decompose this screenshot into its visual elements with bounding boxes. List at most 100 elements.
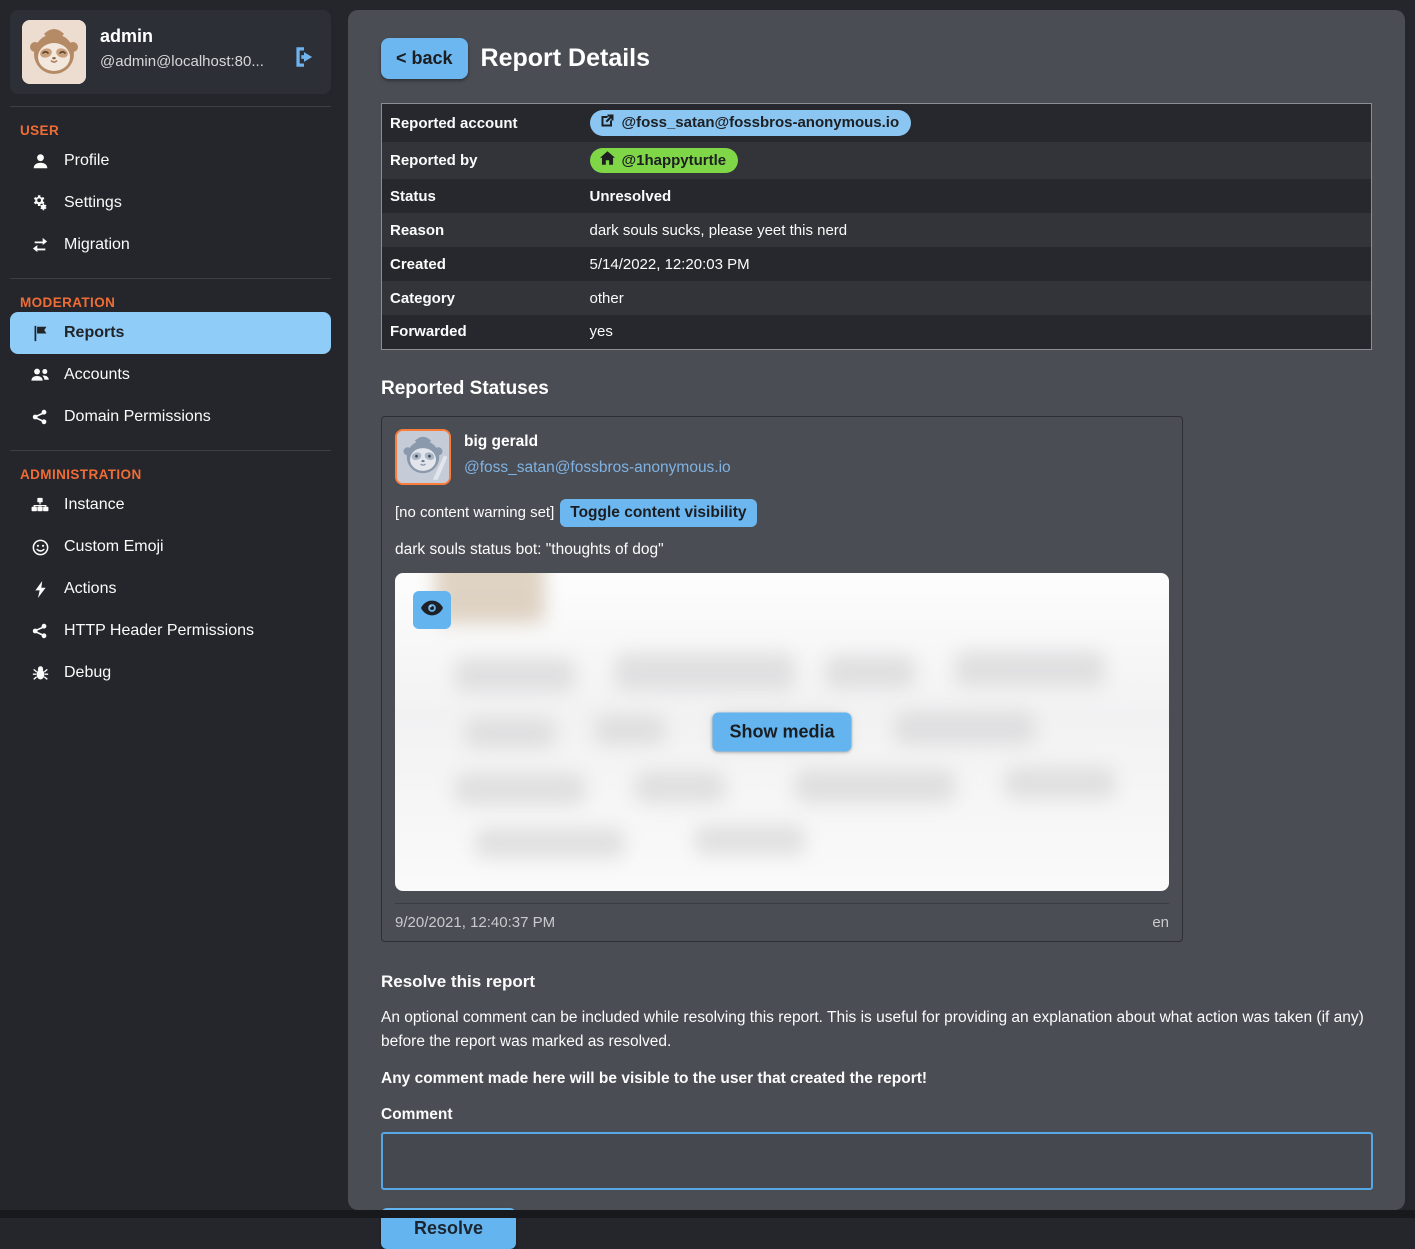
row-label: Reason xyxy=(382,213,582,247)
home-icon xyxy=(600,151,615,169)
sidebar-item-http-header-permissions[interactable]: HTTP Header Permissions xyxy=(10,610,331,652)
users-icon xyxy=(30,367,50,383)
reported-by-handle: @1happyturtle xyxy=(622,152,727,169)
sidebar-item-label: Profile xyxy=(64,152,109,170)
reported-by-link[interactable]: @1happyturtle xyxy=(590,148,739,173)
comment-input[interactable] xyxy=(381,1132,1373,1190)
transfer-arrows-icon xyxy=(30,237,50,253)
share-nodes-icon xyxy=(30,409,50,425)
sidebar-item-label: Migration xyxy=(64,236,130,254)
sidebar-item-label: Settings xyxy=(64,194,122,212)
sidebar-section-title: MODERATION xyxy=(10,287,331,312)
user-name: admin xyxy=(100,26,264,47)
table-row: Forwarded yes xyxy=(382,315,1372,349)
back-button[interactable]: < back xyxy=(381,38,468,79)
sidebar-item-label: Instance xyxy=(64,496,124,514)
show-media-button[interactable]: Show media xyxy=(712,712,851,751)
panel-header: < back Report Details xyxy=(381,38,1372,79)
reported-status-card: big gerald @foss_satan@fossbros-anonymou… xyxy=(381,416,1183,942)
gears-icon xyxy=(30,194,50,212)
category-value: other xyxy=(582,281,1372,315)
table-row: Status Unresolved xyxy=(382,179,1372,213)
status-names: big gerald @foss_satan@fossbros-anonymou… xyxy=(464,429,731,477)
sidebar-item-debug[interactable]: Debug xyxy=(10,652,331,694)
sidebar-item-label: Custom Emoji xyxy=(64,538,164,556)
sitemap-icon xyxy=(30,497,50,513)
divider xyxy=(10,106,331,107)
content-warning-row: [no content warning set] Toggle content … xyxy=(395,499,1169,527)
resolve-description: An optional comment can be included whil… xyxy=(381,1006,1372,1054)
sidebar-item-migration[interactable]: Migration xyxy=(10,224,331,266)
sidebar-section-title: USER xyxy=(10,115,331,140)
avatar xyxy=(22,20,86,84)
toggle-content-visibility-button[interactable]: Toggle content visibility xyxy=(560,499,756,527)
sloth-avatar-icon xyxy=(22,20,86,84)
sidebar-item-custom-emoji[interactable]: Custom Emoji xyxy=(10,526,331,568)
sidebar-item-label: Accounts xyxy=(64,366,130,384)
resolve-heading: Resolve this report xyxy=(381,972,1372,992)
sidebar-item-profile[interactable]: Profile xyxy=(10,140,331,182)
status-media-attachment: Show media xyxy=(395,573,1169,891)
sidebar-item-accounts[interactable]: Accounts xyxy=(10,354,331,396)
sidebar: admin @admin@localhost:80... USER Profil… xyxy=(10,10,331,694)
row-label: Reported by xyxy=(382,142,582,179)
smiley-icon xyxy=(30,539,50,556)
user-meta: admin @admin@localhost:80... xyxy=(100,20,264,70)
flag-icon xyxy=(30,325,50,342)
reported-account-handle: @foss_satan@fossbros-anonymous.io xyxy=(622,114,900,131)
page-title: Report Details xyxy=(481,44,650,73)
status-username-link[interactable]: @foss_satan@fossbros-anonymous.io xyxy=(464,459,731,477)
row-label: Category xyxy=(382,281,582,315)
status-header: big gerald @foss_satan@fossbros-anonymou… xyxy=(395,429,1169,485)
content-warning-text: [no content warning set] xyxy=(395,504,554,521)
sloth-avatar-icon xyxy=(397,431,449,483)
row-label: Status xyxy=(382,179,582,213)
status-content: dark souls status bot: "thoughts of dog" xyxy=(395,541,1169,559)
status-display-name: big gerald xyxy=(464,433,731,451)
row-label: Forwarded xyxy=(382,315,582,349)
table-row: Reported by @1happyturtle xyxy=(382,142,1372,179)
reason-value: dark souls sucks, please yeet this nerd xyxy=(582,213,1372,247)
bug-icon xyxy=(30,665,50,682)
sidebar-item-label: Debug xyxy=(64,664,111,682)
resolve-warning: Any comment made here will be visible to… xyxy=(381,1070,1372,1088)
created-value: 5/14/2022, 12:20:03 PM xyxy=(582,247,1372,281)
sidebar-item-reports[interactable]: Reports xyxy=(10,312,331,354)
table-row: Reported account @foss_satan@fossbros-an… xyxy=(382,104,1372,143)
sidebar-item-label: HTTP Header Permissions xyxy=(64,622,254,640)
divider xyxy=(10,278,331,279)
status-timestamp: 9/20/2021, 12:40:37 PM xyxy=(395,914,555,931)
comment-label: Comment xyxy=(381,1106,1372,1124)
sidebar-item-instance[interactable]: Instance xyxy=(10,484,331,526)
row-label: Created xyxy=(382,247,582,281)
user-card[interactable]: admin @admin@localhost:80... xyxy=(10,10,331,94)
user-handle: @admin@localhost:80... xyxy=(100,53,264,70)
row-label: Reported account xyxy=(382,104,582,143)
sidebar-item-label: Reports xyxy=(64,324,124,342)
table-row: Created 5/14/2022, 12:20:03 PM xyxy=(382,247,1372,281)
sidebar-item-domain-permissions[interactable]: Domain Permissions xyxy=(10,396,331,438)
sidebar-item-label: Actions xyxy=(64,580,116,598)
share-nodes-icon xyxy=(30,623,50,639)
bolt-icon xyxy=(30,581,50,598)
reported-account-link[interactable]: @foss_satan@fossbros-anonymous.io xyxy=(590,110,912,136)
sidebar-section-title: ADMINISTRATION xyxy=(10,459,331,484)
report-details-panel: < back Report Details Reported account @… xyxy=(348,10,1405,1210)
sidebar-section-administration: ADMINISTRATION Instance Custom Emoji Act… xyxy=(10,459,331,694)
sign-out-icon xyxy=(291,58,317,73)
page-footer-strip xyxy=(0,1210,1415,1218)
sidebar-section-user: USER Profile Settings Migration xyxy=(10,115,331,266)
status-footer: 9/20/2021, 12:40:37 PM en xyxy=(395,903,1169,931)
status-language: en xyxy=(1152,914,1169,931)
eye-icon xyxy=(421,600,443,619)
divider xyxy=(10,450,331,451)
sidebar-item-label: Domain Permissions xyxy=(64,408,211,426)
sidebar-item-settings[interactable]: Settings xyxy=(10,182,331,224)
external-link-icon xyxy=(600,113,615,132)
sign-out-button[interactable] xyxy=(291,44,317,70)
table-row: Reason dark souls sucks, please yeet thi… xyxy=(382,213,1372,247)
hide-media-eye-button[interactable] xyxy=(413,591,451,629)
user-icon xyxy=(30,153,50,170)
sidebar-item-actions[interactable]: Actions xyxy=(10,568,331,610)
reported-statuses-heading: Reported Statuses xyxy=(381,378,1372,400)
